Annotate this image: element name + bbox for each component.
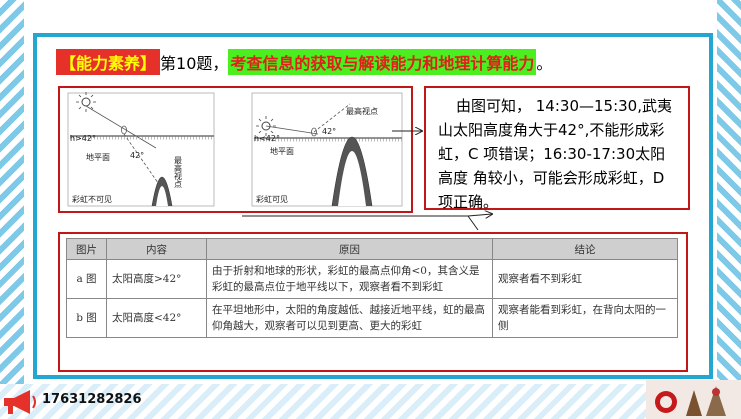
rainbow-table: 图片 内容 原因 结论 a 图 太阳高度>42° 由于折射和地球的形状，彩虹的最…: [66, 238, 678, 338]
cell-picture: a 图: [66, 259, 107, 299]
cell-picture: b 图: [66, 298, 107, 338]
header-reason: 原因: [206, 238, 493, 260]
ground-label: 地平面: [86, 152, 110, 162]
sun-angle-label: h>42°: [70, 134, 96, 143]
ability-tag: 【能力素养】: [56, 49, 161, 75]
cell-reason: 由于折射和地球的形状，彩虹的最高点仰角<0，其含义是彩虹的最高点位于地平线以下，…: [206, 259, 493, 299]
heading-suffix: 。: [536, 54, 553, 73]
slide-heading: 【能力素养】 第10题， 考查信息的获取与解读能力和地理计算能力 。: [56, 49, 553, 75]
diagram-b: h<42° 42° 地平面 最高视点 彩虹可见: [251, 92, 403, 207]
caption-visible: 彩虹可见: [256, 194, 288, 204]
rainbow-table-box: 图片 内容 原因 结论 a 图 太阳高度>42° 由于折射和地球的形状，彩虹的最…: [58, 232, 688, 372]
table-header-row: 图片 内容 原因 结论: [66, 238, 678, 260]
cell-conclusion: 观察者看不到彩虹: [492, 259, 678, 299]
highlighted-focus: 考查信息的获取与解读能力和地理计算能力: [228, 49, 537, 75]
angle-label: 42°: [322, 127, 336, 136]
sun-angle-label: h<42°: [254, 134, 280, 143]
diagram-a: h>42° 42° 地平面 最高视点 彩虹不可见: [67, 92, 215, 207]
cell-content: 太阳高度<42°: [106, 298, 207, 338]
cell-reason: 在平坦地形中，太阳的角度越低、越接近地平线，虹的最高仰角越大，观察者可以见到更高…: [206, 298, 493, 338]
contact-phone: 17631282826: [42, 392, 142, 407]
caption-not-visible: 彩虹不可见: [72, 194, 112, 204]
top-view-label: 最高视点: [346, 106, 378, 116]
right-stripe-decoration: [717, 0, 741, 419]
header-content: 内容: [106, 238, 207, 260]
megaphone-icon: [4, 390, 36, 414]
cell-content: 太阳高度>42°: [106, 259, 207, 299]
corner-decoration-icon: [646, 380, 741, 419]
angle-label: 42°: [130, 151, 144, 160]
table-row: b 图 太阳高度<42° 在平坦地形中，太阳的角度越低、越接近地平线，虹的最高仰…: [66, 298, 678, 338]
question-number: 第10题，: [160, 54, 229, 73]
header-picture: 图片: [66, 238, 107, 260]
rainbow-diagrams: h>42° 42° 地平面 最高视点 彩虹不可见 h<42° 42° 地平面 最…: [58, 86, 413, 213]
analysis-callout: 由图可知， 14:30—15:30,武夷山太阳高度角大于42°,不能形成彩虹，C…: [424, 86, 690, 211]
sun-icon: [76, 92, 96, 112]
ground-label: 地平面: [270, 146, 294, 156]
left-stripe-decoration: [0, 0, 24, 419]
table-row: a 图 太阳高度>42° 由于折射和地球的形状，彩虹的最高点仰角<0，其含义是彩…: [66, 259, 678, 299]
top-view-label: 最高视点: [174, 156, 183, 189]
header-conclusion: 结论: [492, 238, 678, 260]
cell-conclusion: 观察者能看到彩虹，在背向太阳的一侧: [492, 298, 678, 338]
